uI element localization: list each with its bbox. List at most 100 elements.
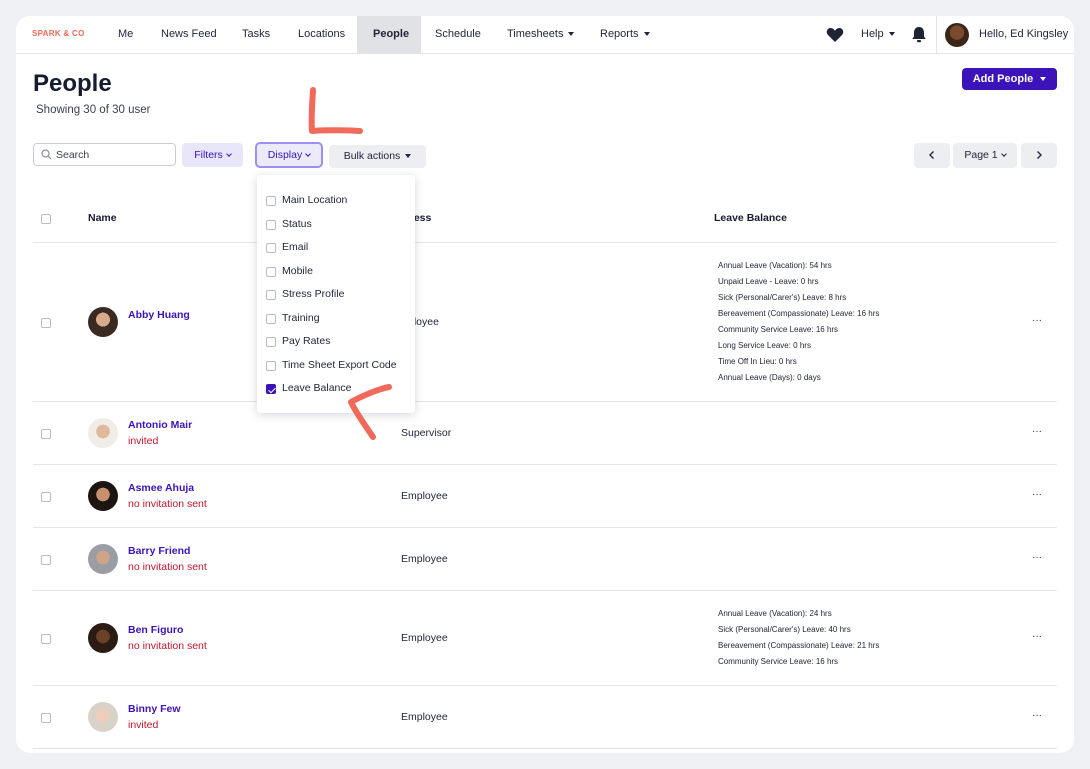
option-label: Time Sheet Export Code bbox=[282, 358, 397, 371]
option-label: Mobile bbox=[282, 264, 313, 277]
caret-down-icon bbox=[568, 32, 575, 37]
row-menu-button[interactable]: ··· bbox=[1032, 489, 1042, 500]
next-page-button[interactable] bbox=[1021, 143, 1057, 168]
row-divider bbox=[33, 401, 1057, 402]
prev-page-button[interactable] bbox=[914, 143, 950, 168]
search-box[interactable] bbox=[33, 143, 176, 166]
display-option-stress-profile[interactable]: Stress Profile bbox=[257, 285, 415, 305]
search-input[interactable] bbox=[56, 146, 171, 163]
annotation-l-mark bbox=[308, 87, 363, 134]
add-people-button[interactable]: Add People bbox=[962, 68, 1057, 90]
avatar bbox=[88, 702, 118, 732]
display-option-time-sheet-export-code[interactable]: Time Sheet Export Code bbox=[257, 356, 415, 376]
option-checkbox[interactable] bbox=[266, 266, 276, 277]
nav-item-schedule[interactable]: Schedule bbox=[419, 16, 497, 53]
invite-status: no invitation sent bbox=[128, 561, 207, 573]
row-divider bbox=[33, 464, 1057, 465]
leave-item: Annual Leave (Vacation): 54 hrs bbox=[718, 261, 832, 270]
display-option-pay-rates[interactable]: Pay Rates bbox=[257, 332, 415, 352]
brand-logo[interactable]: SPARK & CO bbox=[32, 29, 85, 38]
caret-down-icon bbox=[405, 154, 412, 159]
avatar bbox=[88, 623, 118, 653]
nav-item-timesheets[interactable]: Timesheets bbox=[491, 16, 590, 53]
invite-status: no invitation sent bbox=[128, 498, 207, 510]
display-button[interactable]: Display bbox=[255, 142, 323, 168]
option-label: Email bbox=[282, 241, 309, 253]
person-name[interactable]: Binny Few bbox=[128, 703, 181, 715]
leave-item: Time Off In Lieu: 0 hrs bbox=[718, 357, 797, 366]
person-name[interactable]: Barry Friend bbox=[128, 545, 190, 557]
nav-item-reports[interactable]: Reports bbox=[584, 16, 666, 53]
option-checkbox[interactable] bbox=[266, 337, 276, 347]
option-checkbox[interactable] bbox=[266, 313, 276, 324]
help-menu[interactable]: Help bbox=[845, 16, 911, 53]
option-label: Main Location bbox=[282, 194, 348, 206]
nav-item-locations[interactable]: Locations bbox=[282, 16, 361, 53]
user-count: Showing 30 of 30 user bbox=[36, 104, 151, 116]
row-checkbox[interactable] bbox=[41, 555, 51, 565]
option-checkbox[interactable] bbox=[266, 360, 276, 371]
search-icon bbox=[41, 149, 52, 160]
display-dropdown: Main Location Status Email Mobile Stress… bbox=[257, 175, 415, 413]
row-menu-button[interactable]: ··· bbox=[1032, 710, 1042, 721]
page-select[interactable]: Page 1 bbox=[953, 143, 1017, 168]
row-menu-button[interactable]: ··· bbox=[1032, 552, 1042, 563]
display-option-training[interactable]: Training bbox=[257, 309, 415, 329]
caret-down-icon bbox=[888, 32, 895, 37]
user-avatar[interactable] bbox=[945, 23, 969, 47]
row-divider bbox=[33, 748, 1057, 749]
leave-item: Annual Leave (Vacation): 24 hrs bbox=[718, 609, 832, 618]
row-divider bbox=[33, 685, 1057, 686]
row-menu-button[interactable]: ··· bbox=[1032, 315, 1042, 326]
display-option-email[interactable]: Email bbox=[257, 238, 415, 258]
person-name[interactable]: Ben Figuro bbox=[128, 624, 183, 636]
nav-item-people[interactable]: People bbox=[357, 16, 421, 53]
leave-balance-list: Annual Leave (Vacation): 24 hrs Sick (Pe… bbox=[718, 606, 879, 670]
column-header-leave-balance[interactable]: Leave Balance bbox=[714, 212, 787, 224]
select-all-checkbox[interactable] bbox=[41, 214, 51, 224]
bell-icon[interactable] bbox=[909, 25, 929, 45]
option-checkbox-checked[interactable] bbox=[266, 384, 276, 394]
chevron-right-icon bbox=[1037, 151, 1042, 159]
avatar bbox=[88, 544, 118, 574]
top-nav: SPARK & CO Me News Feed Tasks Locations … bbox=[16, 16, 1074, 74]
nav-item-reports-label: Reports bbox=[600, 28, 639, 40]
leave-item: Bereavement (Compassionate) Leave: 21 hr… bbox=[718, 641, 880, 650]
invite-status: invited bbox=[128, 435, 159, 447]
display-option-status[interactable]: Status bbox=[257, 215, 415, 235]
display-option-main-location[interactable]: Main Location bbox=[257, 191, 415, 211]
row-menu-button[interactable]: ··· bbox=[1032, 426, 1042, 437]
option-checkbox[interactable] bbox=[266, 243, 276, 253]
person-access: Supervisor bbox=[401, 427, 452, 439]
chevron-down-icon bbox=[1000, 151, 1007, 157]
nav-item-news-feed[interactable]: News Feed bbox=[145, 16, 233, 53]
row-checkbox[interactable] bbox=[41, 429, 51, 439]
heart-icon[interactable] bbox=[825, 25, 845, 45]
display-option-mobile[interactable]: Mobile bbox=[257, 262, 415, 282]
nav-item-me[interactable]: Me bbox=[102, 16, 149, 53]
nav-item-tasks[interactable]: Tasks bbox=[226, 16, 286, 53]
row-checkbox[interactable] bbox=[41, 713, 51, 723]
option-checkbox[interactable] bbox=[266, 290, 276, 300]
row-checkbox[interactable] bbox=[41, 492, 51, 502]
person-access: Employee bbox=[401, 632, 448, 644]
person-name[interactable]: Abby Huang bbox=[128, 309, 190, 321]
row-checkbox[interactable] bbox=[41, 318, 51, 328]
invite-status: no invitation sent bbox=[128, 640, 207, 652]
invite-status: invited bbox=[128, 719, 159, 731]
nav-divider bbox=[936, 16, 937, 53]
person-name[interactable]: Antonio Mair bbox=[128, 419, 192, 431]
person-name[interactable]: Asmee Ahuja bbox=[128, 482, 194, 494]
app-window: SPARK & CO Me News Feed Tasks Locations … bbox=[16, 16, 1074, 753]
column-header-name[interactable]: Name bbox=[88, 212, 117, 224]
add-people-label: Add People bbox=[972, 73, 1034, 85]
option-checkbox[interactable] bbox=[266, 196, 276, 206]
page-title: People bbox=[33, 70, 112, 97]
page-label: Page 1 bbox=[964, 149, 998, 161]
bulk-actions-button[interactable]: Bulk actions bbox=[329, 145, 426, 168]
option-checkbox[interactable] bbox=[266, 219, 276, 230]
filters-button[interactable]: Filters bbox=[182, 143, 243, 167]
row-checkbox[interactable] bbox=[41, 634, 51, 644]
row-menu-button[interactable]: ··· bbox=[1032, 631, 1042, 642]
avatar bbox=[88, 418, 118, 448]
